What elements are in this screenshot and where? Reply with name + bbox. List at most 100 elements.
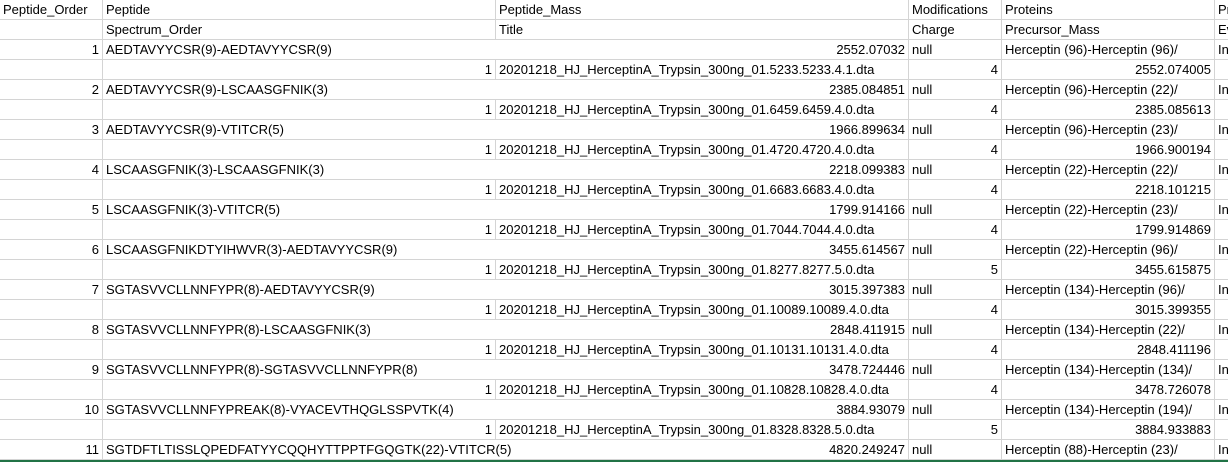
- title-cell[interactable]: 20201218_HJ_HerceptinA_Trypsin_300ng_01.…: [496, 60, 909, 80]
- peptide-mass-cell[interactable]: 2385.084851: [496, 80, 909, 100]
- empty-cell[interactable]: [0, 60, 103, 80]
- precursor-mass-cell[interactable]: 2552.074005: [1002, 60, 1215, 80]
- header-cell[interactable]: Title: [496, 20, 909, 40]
- header-cell[interactable]: Pr: [1215, 0, 1228, 20]
- peptide-cell[interactable]: SGTDFTLTISSLQPEDFATYYCQQHYTTPPTFGQGTK(22…: [103, 440, 511, 460]
- empty-cell[interactable]: [1215, 420, 1228, 440]
- empty-cell[interactable]: [0, 180, 103, 200]
- spectrum-order-cell[interactable]: 1: [103, 100, 496, 120]
- peptide-cell[interactable]: LSCAASGFNIK(3)-LSCAASGFNIK(3): [103, 160, 496, 180]
- title-cell[interactable]: 20201218_HJ_HerceptinA_Trypsin_300ng_01.…: [496, 220, 909, 240]
- title-cell[interactable]: 20201218_HJ_HerceptinA_Trypsin_300ng_01.…: [496, 420, 909, 440]
- title-cell[interactable]: 20201218_HJ_HerceptinA_Trypsin_300ng_01.…: [496, 380, 909, 400]
- peptide-mass-cell[interactable]: 3015.397383: [496, 280, 909, 300]
- precursor-mass-cell[interactable]: 3884.933883: [1002, 420, 1215, 440]
- peptide-cell[interactable]: LSCAASGFNIKDTYIHWVR(3)-AEDTAVYYCSR(9): [103, 240, 496, 260]
- charge-cell[interactable]: 4: [909, 380, 1002, 400]
- precursor-mass-cell[interactable]: 3478.726078: [1002, 380, 1215, 400]
- charge-cell[interactable]: 4: [909, 140, 1002, 160]
- precursor-mass-cell[interactable]: 2218.101215: [1002, 180, 1215, 200]
- title-cell[interactable]: 20201218_HJ_HerceptinA_Trypsin_300ng_01.…: [496, 100, 909, 120]
- proteins-cell[interactable]: Herceptin (134)-Herceptin (134)/: [1002, 360, 1215, 380]
- peptide-order-cell[interactable]: 8: [0, 320, 103, 340]
- charge-cell[interactable]: 4: [909, 180, 1002, 200]
- peptide-cell[interactable]: SGTASVVCLLNNFYPR(8)-AEDTAVYYCSR(9): [103, 280, 496, 300]
- spectrum-order-cell[interactable]: 1: [103, 180, 496, 200]
- modifications-cell[interactable]: null: [909, 200, 1002, 220]
- header-cell[interactable]: Spectrum_Order: [103, 20, 496, 40]
- evidence-cell[interactable]: In: [1215, 120, 1228, 140]
- peptide-order-cell[interactable]: 9: [0, 360, 103, 380]
- peptide-mass-cell[interactable]: 3884.93079: [496, 400, 909, 420]
- peptide-cell[interactable]: AEDTAVYYCSR(9)-VTITCR(5): [103, 120, 496, 140]
- header-cell[interactable]: Modifications: [909, 0, 1002, 20]
- empty-cell[interactable]: [0, 140, 103, 160]
- proteins-cell[interactable]: Herceptin (134)-Herceptin (96)/: [1002, 280, 1215, 300]
- peptide-mass-cell[interactable]: 3478.724446: [496, 360, 909, 380]
- empty-cell[interactable]: [0, 380, 103, 400]
- modifications-cell[interactable]: null: [909, 160, 1002, 180]
- evidence-cell[interactable]: In: [1215, 160, 1228, 180]
- header-cell[interactable]: Precursor_Mass: [1002, 20, 1215, 40]
- charge-cell[interactable]: 4: [909, 100, 1002, 120]
- header-cell[interactable]: Peptide: [103, 0, 496, 20]
- empty-cell[interactable]: [1215, 140, 1228, 160]
- evidence-cell[interactable]: In: [1215, 400, 1228, 420]
- empty-cell[interactable]: [1215, 260, 1228, 280]
- peptide-order-cell[interactable]: 5: [0, 200, 103, 220]
- spreadsheet-grid[interactable]: Peptide_Order Peptide Peptide_Mass Modifica…: [0, 0, 1228, 464]
- precursor-mass-cell[interactable]: 1799.914869: [1002, 220, 1215, 240]
- proteins-cell[interactable]: Herceptin (96)-Herceptin (22)/: [1002, 80, 1215, 100]
- spectrum-order-cell[interactable]: 1: [103, 380, 496, 400]
- modifications-cell[interactable]: null: [909, 320, 1002, 340]
- evidence-cell[interactable]: In: [1215, 240, 1228, 260]
- peptide-cell[interactable]: SGTASVVCLLNNFYPR(8)-LSCAASGFNIK(3): [103, 320, 496, 340]
- empty-cell[interactable]: [1215, 340, 1228, 360]
- peptide-order-cell[interactable]: 1: [0, 40, 103, 60]
- proteins-cell[interactable]: Herceptin (134)-Herceptin (22)/: [1002, 320, 1215, 340]
- peptide-mass-cell[interactable]: 2552.07032: [496, 40, 909, 60]
- header-cell[interactable]: Ev: [1215, 20, 1228, 40]
- peptide-order-cell[interactable]: 10: [0, 400, 103, 420]
- evidence-cell[interactable]: In: [1215, 40, 1228, 60]
- modifications-cell[interactable]: null: [909, 360, 1002, 380]
- empty-cell[interactable]: [1215, 220, 1228, 240]
- peptide-order-cell[interactable]: 2: [0, 80, 103, 100]
- spectrum-order-cell[interactable]: 1: [103, 140, 496, 160]
- peptide-cell[interactable]: SGTASVVCLLNNFYPREAK(8)-VYACEVTHQGLSSPVTK…: [103, 400, 496, 420]
- header-cell[interactable]: Proteins: [1002, 0, 1215, 20]
- evidence-cell[interactable]: In: [1215, 80, 1228, 100]
- peptide-cell[interactable]: AEDTAVYYCSR(9)-AEDTAVYYCSR(9): [103, 40, 496, 60]
- empty-cell[interactable]: [1215, 180, 1228, 200]
- empty-cell[interactable]: [1215, 60, 1228, 80]
- charge-cell[interactable]: 4: [909, 60, 1002, 80]
- evidence-cell[interactable]: In: [1215, 320, 1228, 340]
- empty-cell[interactable]: [0, 420, 103, 440]
- header-cell[interactable]: Charge: [909, 20, 1002, 40]
- title-cell[interactable]: 20201218_HJ_HerceptinA_Trypsin_300ng_01.…: [496, 140, 909, 160]
- title-cell[interactable]: 20201218_HJ_HerceptinA_Trypsin_300ng_01.…: [496, 340, 909, 360]
- title-cell[interactable]: 20201218_HJ_HerceptinA_Trypsin_300ng_01.…: [496, 260, 909, 280]
- precursor-mass-cell[interactable]: 1966.900194: [1002, 140, 1215, 160]
- precursor-mass-cell[interactable]: 2848.411196: [1002, 340, 1215, 360]
- peptide-order-cell[interactable]: 7: [0, 280, 103, 300]
- proteins-cell[interactable]: Herceptin (22)-Herceptin (96)/: [1002, 240, 1215, 260]
- peptide-mass-cell[interactable]: 1966.899634: [496, 120, 909, 140]
- header-cell[interactable]: [0, 20, 103, 40]
- modifications-cell[interactable]: null: [909, 240, 1002, 260]
- peptide-cell[interactable]: AEDTAVYYCSR(9)-LSCAASGFNIK(3): [103, 80, 496, 100]
- proteins-cell[interactable]: Herceptin (22)-Herceptin (23)/: [1002, 200, 1215, 220]
- modifications-cell[interactable]: null: [909, 280, 1002, 300]
- peptide-cell[interactable]: SGTASVVCLLNNFYPR(8)-SGTASVVCLLNNFYPR(8): [103, 360, 496, 380]
- charge-cell[interactable]: 4: [909, 340, 1002, 360]
- empty-cell[interactable]: [1215, 300, 1228, 320]
- empty-cell[interactable]: [0, 340, 103, 360]
- peptide-mass-cell[interactable]: 2218.099383: [496, 160, 909, 180]
- peptide-cell[interactable]: LSCAASGFNIK(3)-VTITCR(5): [103, 200, 496, 220]
- spectrum-order-cell[interactable]: 1: [103, 260, 496, 280]
- header-cell[interactable]: Peptide_Mass: [496, 0, 909, 20]
- peptide-mass-cell[interactable]: 1799.914166: [496, 200, 909, 220]
- precursor-mass-cell[interactable]: 2385.085613: [1002, 100, 1215, 120]
- spectrum-order-cell[interactable]: 1: [103, 420, 496, 440]
- peptide-mass-cell[interactable]: 2848.411915: [496, 320, 909, 340]
